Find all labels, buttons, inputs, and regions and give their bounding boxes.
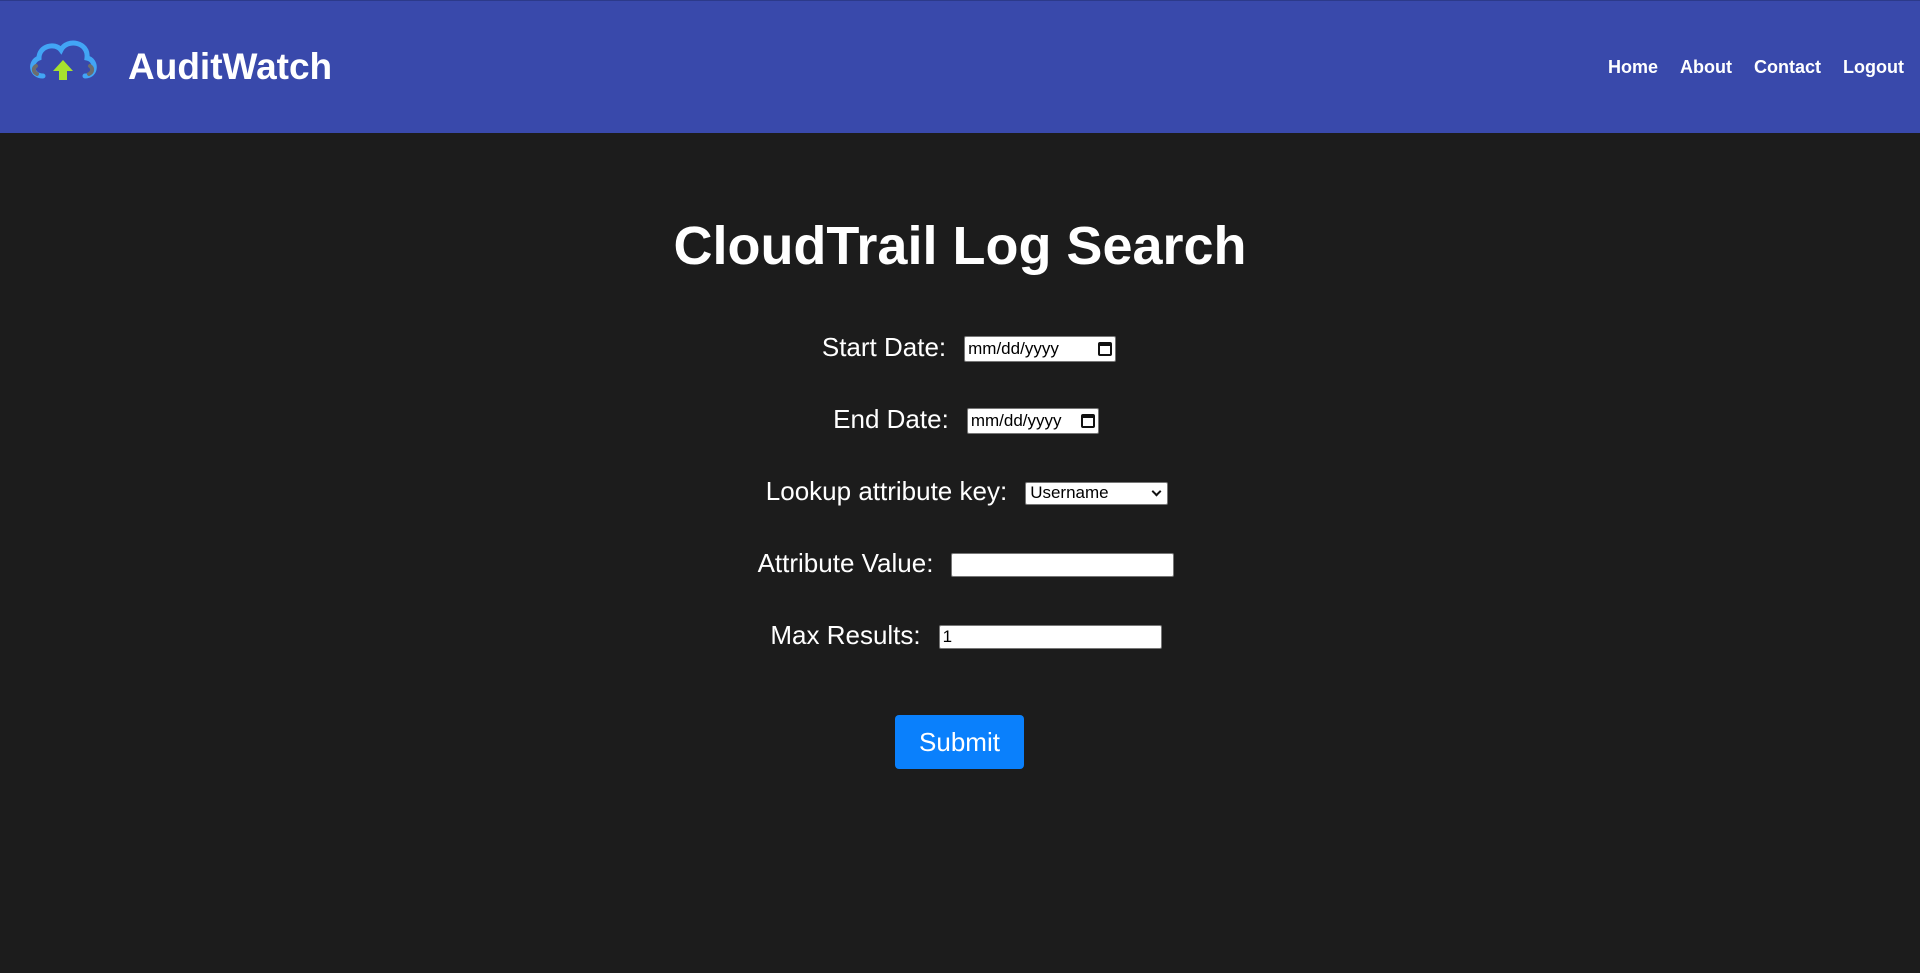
start-date-label: Start Date: <box>821 332 947 362</box>
submit-button[interactable]: Submit <box>895 715 1024 769</box>
max-results-row: Max Results: <box>0 619 1920 651</box>
chevron-down-icon <box>1151 486 1162 496</box>
nav-about-link[interactable]: About <box>1680 55 1732 79</box>
attribute-value-label: Attribute Value: <box>757 548 934 578</box>
end-date-input[interactable]: mm/dd/yyyy <box>966 408 1099 434</box>
cloud-upload-icon[interactable] <box>27 36 99 86</box>
nav-home-link[interactable]: Home <box>1608 55 1658 79</box>
lookup-key-selected: Username <box>1030 483 1109 502</box>
attribute-value-row: Attribute Value: <box>0 547 1920 579</box>
start-date-placeholder: mm/dd/yyyy <box>968 339 1059 358</box>
lookup-key-row: Lookup attribute key: Username <box>0 475 1920 507</box>
end-date-label: End Date: <box>833 404 949 434</box>
calendar-icon[interactable] <box>1080 414 1095 428</box>
nav-links: Home About Contact Logout <box>1608 55 1904 79</box>
lookup-key-label: Lookup attribute key: <box>765 476 1008 506</box>
nav-logout-link[interactable]: Logout <box>1843 55 1904 79</box>
lookup-key-select[interactable]: Username <box>1025 481 1169 505</box>
end-date-row: End Date: mm/dd/yyyy <box>0 403 1920 435</box>
end-date-placeholder: mm/dd/yyyy <box>970 411 1062 430</box>
attribute-value-input[interactable] <box>951 553 1175 577</box>
nav-contact-link[interactable]: Contact <box>1754 55 1821 79</box>
max-results-input[interactable] <box>938 625 1162 649</box>
page-title: CloudTrail Log Search <box>673 216 1247 276</box>
max-results-label: Max Results: <box>770 620 921 650</box>
top-navbar: AuditWatch Home About Contact Logout <box>0 0 1920 133</box>
calendar-icon[interactable] <box>1098 342 1113 356</box>
start-date-row: Start Date: mm/dd/yyyy <box>0 331 1920 363</box>
brand-name[interactable]: AuditWatch <box>128 45 332 89</box>
start-date-input[interactable]: mm/dd/yyyy <box>964 336 1117 362</box>
